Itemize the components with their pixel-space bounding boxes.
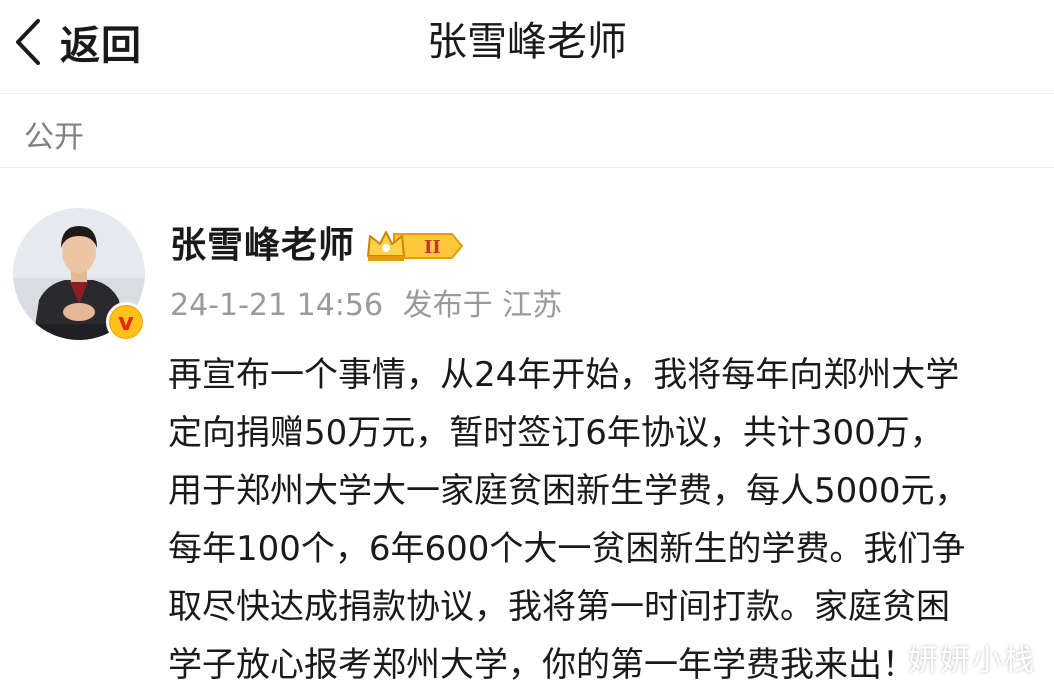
content-line: 取尽快达成捐款协议，我将第一时间打款。家庭贫困: [168, 587, 950, 627]
post-time: 24-1-21 14:56: [170, 288, 384, 323]
content-line: 每年100个，6年600个大一贫困新生的学费。我们争: [168, 529, 966, 569]
svg-text:II: II: [424, 237, 441, 258]
post-meta: 24-1-21 14:56 发布于 江苏: [170, 284, 572, 328]
member-crown-badge-icon[interactable]: II: [364, 226, 464, 266]
content-line: 再宣布一个事情，从24年开始，我将每年向郑州大学: [168, 355, 960, 395]
page-title: 张雪峰老师: [427, 19, 627, 65]
post-location: 发布于 江苏: [402, 288, 563, 323]
visibility-row: 公开: [0, 94, 1054, 168]
author-name[interactable]: 张雪峰老师: [170, 220, 355, 272]
verified-badge-icon: v: [106, 302, 146, 342]
content-line: 用于郑州大学大一家庭贫困新生学费，每人5000元，: [168, 471, 969, 511]
watermark: 妍妍小栈: [908, 643, 1036, 678]
top-nav-bar: 返回 张雪峰老师: [0, 0, 1054, 94]
visibility-label: 公开: [24, 120, 84, 155]
content-line: 定向捐赠50万元，暂时签订6年协议，共计300万，: [168, 413, 944, 453]
